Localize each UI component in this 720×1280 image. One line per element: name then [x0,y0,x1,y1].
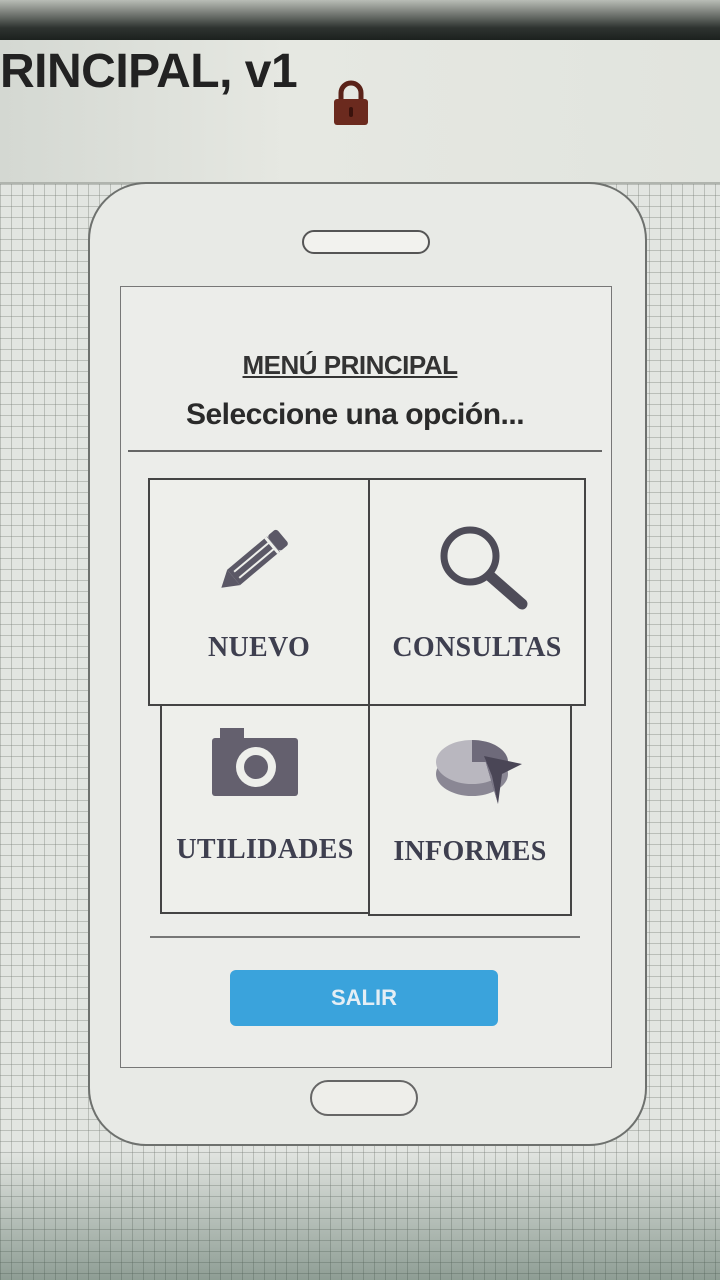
pie-chart-icon [436,740,522,804]
menu-item-label: UTILIDADES [176,834,354,865]
menu-item-label: CONSULTAS [392,632,562,663]
footer-divider [150,936,580,938]
menu-item-informes[interactable]: INFORMES [368,704,572,916]
photo-vignette [0,1150,720,1280]
menu-item-utilidades[interactable]: UTILIDADES [160,704,370,914]
lock-icon [334,80,368,125]
menu-item-consultas[interactable]: CONSULTAS [368,478,586,706]
menu-item-label: INFORMES [393,836,547,867]
pencil-icon [221,529,288,588]
menu-item-label: NUEVO [207,632,311,663]
menu-subtitle: Seleccione una opción... [185,398,525,431]
menu-title: MENÚ PRINCIPAL [242,350,458,380]
camera-icon [212,728,298,796]
page-title: RINCIPAL, v1 [0,45,298,98]
header-divider [128,450,602,452]
search-icon [440,526,528,610]
phone-speaker [302,230,430,254]
monitor-top-edge [0,0,720,40]
menu-item-nuevo[interactable]: NUEVO [148,478,370,706]
phone-home-button[interactable] [310,1080,418,1116]
exit-button[interactable]: SALIR [230,970,498,1026]
